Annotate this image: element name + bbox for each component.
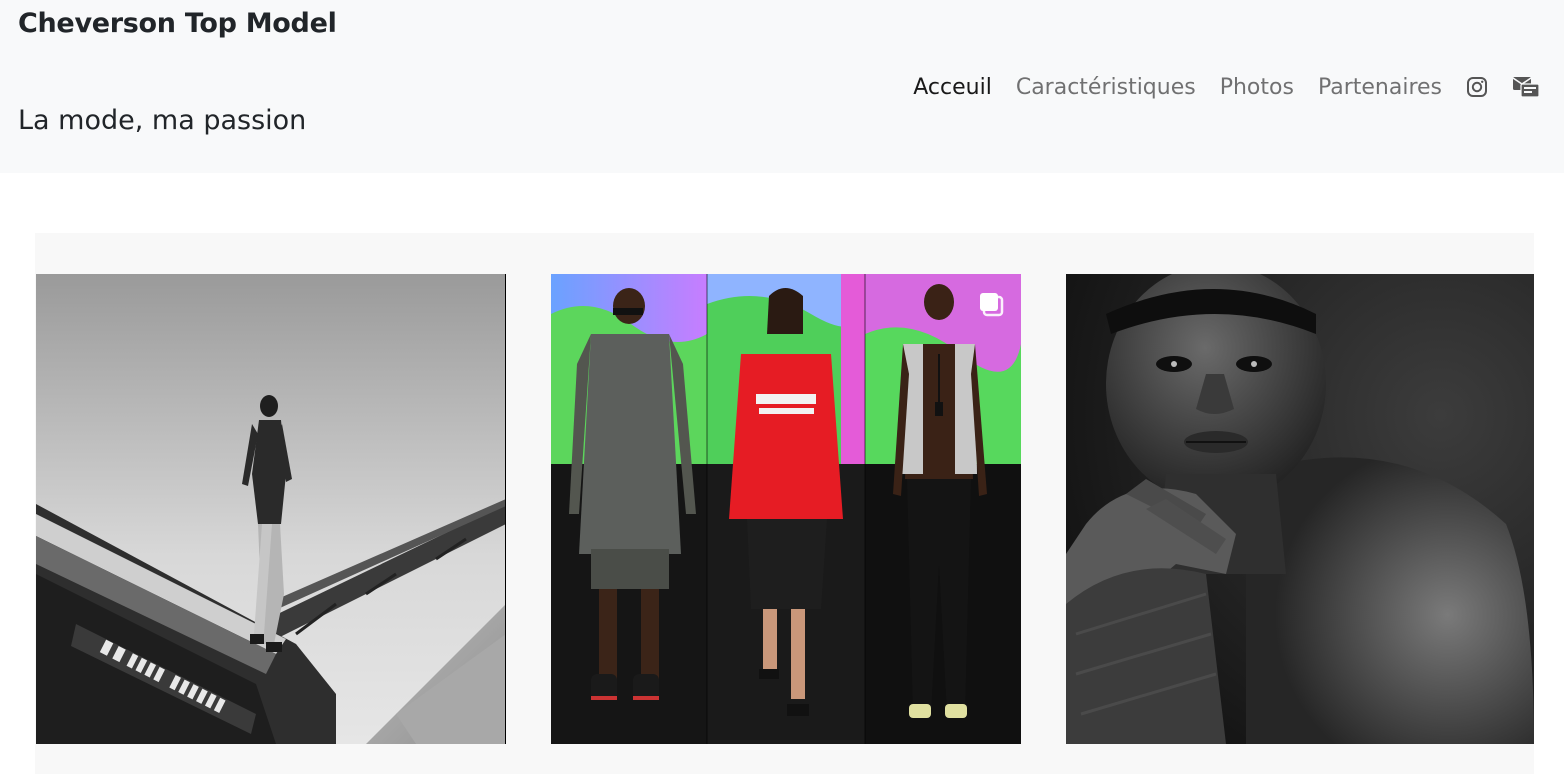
mail-icon bbox=[1512, 74, 1542, 100]
gallery-photo-2[interactable] bbox=[551, 274, 1021, 744]
multiple-images-icon bbox=[977, 290, 1005, 318]
gallery-photo-1[interactable] bbox=[36, 274, 506, 744]
main-nav: Acceuil Caractéristiques Photos Partenai… bbox=[913, 74, 1542, 100]
photo-runway-collage bbox=[551, 274, 1021, 744]
nav-item-acceuil[interactable]: Acceuil bbox=[913, 75, 992, 100]
brand-title[interactable]: Cheverson Top Model bbox=[18, 8, 337, 39]
nav-item-caracteristiques[interactable]: Caractéristiques bbox=[1016, 75, 1196, 100]
photo-bw-portrait bbox=[1066, 274, 1534, 744]
instagram-link[interactable] bbox=[1466, 76, 1488, 98]
instagram-icon bbox=[1466, 76, 1488, 98]
mail-link[interactable] bbox=[1512, 74, 1542, 100]
photo-bw-industrial bbox=[36, 274, 506, 744]
tagline: La mode, ma passion bbox=[18, 105, 307, 136]
photo-gallery bbox=[35, 233, 1534, 774]
nav-item-photos[interactable]: Photos bbox=[1220, 75, 1294, 100]
navbar: Cheverson Top Model La mode, ma passion … bbox=[0, 0, 1564, 173]
gallery-photo-3[interactable] bbox=[1066, 274, 1534, 744]
nav-item-partenaires[interactable]: Partenaires bbox=[1318, 75, 1442, 100]
